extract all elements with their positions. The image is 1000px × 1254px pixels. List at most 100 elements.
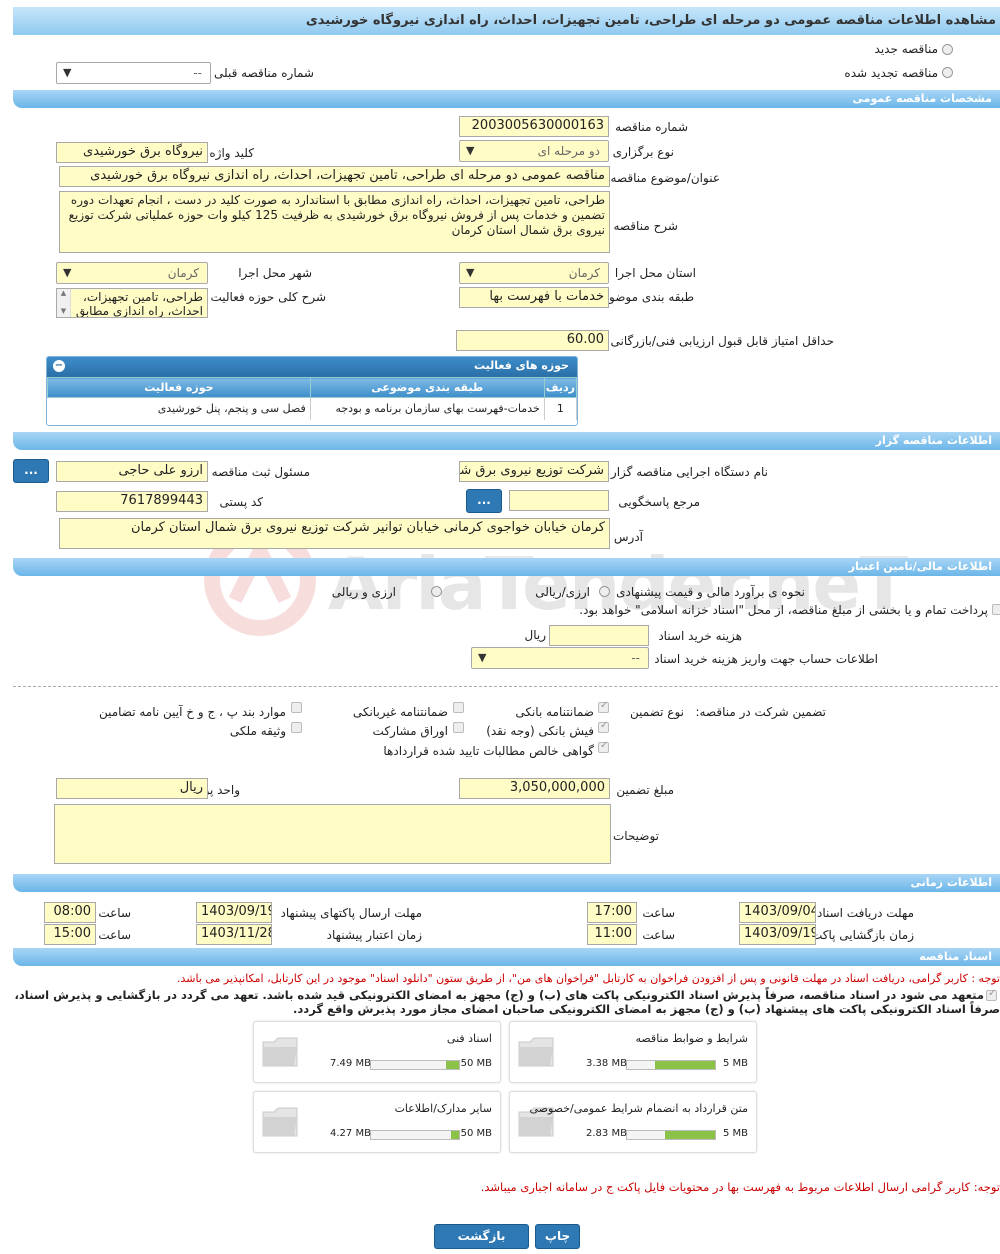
file-progress-bar bbox=[626, 1060, 716, 1070]
table-row: 1 خدمات-فهرست بهای سازمان برنامه و بودجه… bbox=[47, 397, 577, 420]
g1-checkbox[interactable] bbox=[598, 700, 609, 713]
description-label: شرح مناقصه bbox=[613, 219, 678, 233]
chevron-down-icon: ▼ bbox=[63, 66, 72, 79]
account-select[interactable]: -- ▼ bbox=[471, 647, 649, 669]
g2-checkbox[interactable] bbox=[453, 702, 464, 713]
description-field: طراحی، تامین تجهیزات، احداث، راه اندازی … bbox=[59, 191, 610, 253]
docs-section-header: اسناد مناقصه bbox=[13, 948, 1000, 966]
g7-checkbox[interactable] bbox=[598, 740, 609, 753]
file-card-technical[interactable]: اسناد فنی 50 MB 7.49 MB bbox=[253, 1021, 501, 1083]
file-card-terms[interactable]: شرایط و ضوابط مناقصه 5 MB 3.38 MB bbox=[509, 1021, 757, 1083]
file-size: 2.83 MB bbox=[586, 1128, 627, 1139]
scrollbar[interactable]: ▲ ▼ bbox=[57, 289, 71, 317]
file-name: اسناد فنی bbox=[446, 1032, 492, 1045]
option-currency-rial: ارزی/ریالی bbox=[535, 585, 590, 599]
file-card-contract[interactable]: متن قرارداد به انضمام شرایط عمومی/خصوصی … bbox=[509, 1091, 757, 1153]
activities-title: حوزه های فعالیت bbox=[474, 359, 569, 372]
responsible-label: مسئول ثبت مناقصه bbox=[211, 465, 310, 479]
send-time-field: 08:00 bbox=[44, 902, 96, 923]
divider bbox=[13, 686, 998, 687]
doc-cost-field bbox=[549, 625, 649, 646]
renewed-tender-label: مناقصه تجدید شده bbox=[844, 66, 938, 80]
file-card-other[interactable]: سایر مدارک/اطلاعات 50 MB 4.27 MB bbox=[253, 1091, 501, 1153]
cell-activity: فصل سی و پنجم، پنل خورشیدی bbox=[47, 397, 311, 420]
back-button[interactable]: بازگشت bbox=[434, 1224, 529, 1249]
activity-desc-field: طراحی، تامین تجهیزات، احداث، راه اندازی … bbox=[56, 288, 208, 318]
prev-tender-label: شماره مناقصه قبلی bbox=[214, 66, 314, 80]
col-activity: حوزه فعالیت bbox=[47, 377, 311, 398]
page-title: مشاهده اطلاعات مناقصه عمومی دو مرحله ای … bbox=[13, 7, 1000, 35]
commit-checkbox[interactable] bbox=[986, 988, 997, 1001]
currency-field: ریال bbox=[56, 778, 208, 799]
docs-note: توجه : کاربر گرامی، دریافت اسناد در مهلت… bbox=[176, 972, 1000, 985]
send-date-field: 1403/09/19 bbox=[196, 902, 272, 923]
tender-number-label: شماره مناقصه bbox=[615, 120, 688, 134]
subject-label: عنوان/موضوع مناقصه bbox=[610, 171, 720, 185]
file-max-size: 50 MB bbox=[460, 1128, 492, 1139]
category-field: خدمات با فهرست بها bbox=[459, 287, 609, 308]
radio-renewed-tender[interactable] bbox=[942, 67, 953, 78]
g6-label: وثیقه ملکی bbox=[229, 724, 286, 738]
file-size: 3.38 MB bbox=[586, 1058, 627, 1069]
new-tender-label: مناقصه جدید bbox=[874, 42, 938, 56]
receive-deadline-label: مهلت دریافت اسناد bbox=[816, 906, 914, 920]
province-select[interactable]: کرمان ▼ bbox=[459, 262, 609, 284]
reference-browse-button[interactable]: ... bbox=[466, 489, 502, 513]
g5-label: اوراق مشارکت bbox=[372, 724, 448, 738]
radio-currency-and-rial[interactable] bbox=[431, 586, 442, 597]
treasury-checkbox[interactable] bbox=[992, 604, 1000, 615]
file-max-size: 5 MB bbox=[722, 1058, 748, 1069]
chevron-down-icon: ▼ bbox=[63, 266, 72, 279]
general-section-header: مشخصات مناقصه عمومی bbox=[13, 90, 1000, 108]
file-progress-bar bbox=[626, 1130, 716, 1140]
folder-icon bbox=[260, 1104, 300, 1140]
g5-checkbox[interactable] bbox=[453, 722, 464, 733]
min-score-label: حداقل امتیاز قابل قبول ارزیابی فنی/بازرگ… bbox=[610, 334, 834, 348]
guarantee-amount-field: 3,050,000,000 bbox=[459, 778, 610, 799]
estimate-label: نحوه ی برآورد مالی و قیمت پیشنهادی bbox=[616, 585, 805, 599]
commit-text-2: صرفاً اسناد الکترونیکی پاکت های پیشنهاد … bbox=[293, 1002, 1000, 1016]
holding-type-select[interactable]: دو مرحله ای ▼ bbox=[459, 140, 609, 162]
timing-section-header: اطلاعات زمانی bbox=[13, 874, 1000, 892]
file-name: شرایط و ضوابط مناقصه bbox=[635, 1032, 749, 1045]
keyword-label: کلید واژه bbox=[209, 146, 254, 160]
subject-field: مناقصه عمومی دو مرحله ای طراحی، تامین تج… bbox=[59, 166, 610, 187]
file-size: 7.49 MB bbox=[330, 1058, 371, 1069]
tender-number-field: 2003005630000163 bbox=[459, 116, 609, 137]
org-field: شرکت توزیع نیروی برق شمال استان کرمان bbox=[459, 461, 609, 482]
validity-label: زمان اعتبار پیشنهاد bbox=[326, 928, 422, 942]
activity-desc-label: شرح کلی حوزه فعالیت bbox=[210, 290, 327, 304]
collapse-icon[interactable]: − bbox=[53, 360, 65, 372]
postal-code-label: کد پستی bbox=[219, 495, 264, 509]
g2-label: ضمانتنامه غیربانکی bbox=[352, 705, 448, 719]
commit-text-1: متعهد می شود در اسناد مناقصه، صرفاً پذیر… bbox=[14, 988, 984, 1002]
cell-category: خدمات-فهرست بهای سازمان برنامه و بودجه bbox=[310, 397, 545, 420]
file-name: سایر مدارک/اطلاعات bbox=[394, 1102, 492, 1115]
receive-time-label: ساعت bbox=[642, 906, 675, 920]
open-date-field: 1403/09/19 bbox=[739, 924, 816, 945]
chevron-down-icon: ▼ bbox=[466, 266, 475, 279]
doc-cost-label: هزینه خرید اسناد bbox=[658, 629, 742, 643]
guarantee-amount-label: مبلغ تضمین bbox=[616, 783, 674, 797]
guarantee-label: تضمین شرکت در مناقصه: bbox=[695, 705, 826, 719]
pricing-note: توجه: کاربر گرامی ارسال اطلاعات مربوط به… bbox=[480, 1180, 1000, 1194]
address-label: آدرس bbox=[613, 530, 643, 544]
file-progress-bar bbox=[370, 1060, 460, 1070]
radio-new-tender[interactable] bbox=[942, 44, 953, 55]
file-progress-bar bbox=[370, 1130, 460, 1140]
g6-checkbox[interactable] bbox=[291, 722, 302, 733]
print-button[interactable]: چاپ bbox=[535, 1224, 580, 1249]
notes-field bbox=[54, 804, 611, 864]
account-label: اطلاعات حساب جهت واریز هزینه خرید اسناد bbox=[654, 652, 878, 666]
responsible-browse-button[interactable]: ... bbox=[13, 459, 49, 483]
prev-tender-select[interactable]: -- ▼ bbox=[56, 62, 211, 84]
g3-checkbox[interactable] bbox=[291, 702, 302, 713]
reference-field bbox=[509, 490, 609, 511]
province-label: استان محل اجرا bbox=[614, 266, 696, 280]
option-currency-and-rial: ارزی و ریالی bbox=[331, 585, 396, 599]
chevron-down-icon: ▼ bbox=[478, 651, 487, 664]
g7-label: گواهی خالص مطالبات تایید شده قراردادها bbox=[383, 744, 594, 758]
g4-checkbox[interactable] bbox=[598, 720, 609, 733]
city-select[interactable]: کرمان ▼ bbox=[56, 262, 208, 284]
radio-currency-rial[interactable] bbox=[599, 586, 610, 597]
